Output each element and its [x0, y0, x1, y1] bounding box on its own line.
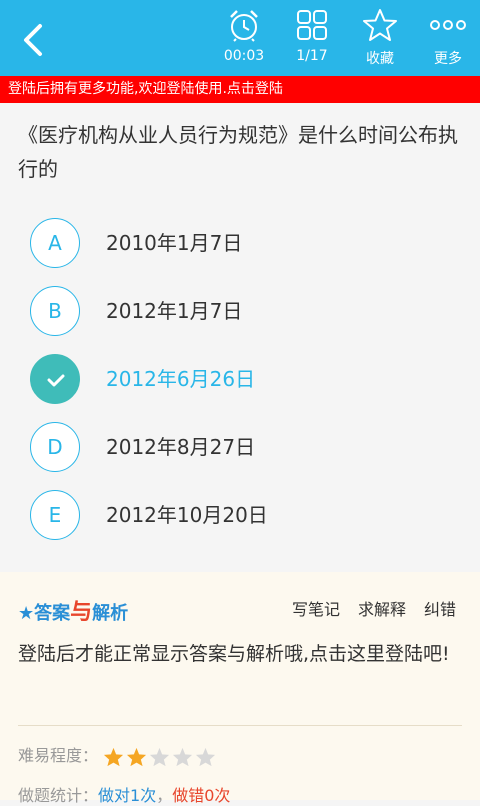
- favorite-button[interactable]: 收藏: [348, 8, 412, 70]
- favorite-label: 收藏: [366, 51, 394, 67]
- timer-button[interactable]: 00:03: [212, 8, 276, 70]
- option-d[interactable]: D 2012年8月27日: [30, 422, 450, 474]
- difficulty-label: 难易程度：: [18, 746, 99, 765]
- login-banner[interactable]: 登陆后拥有更多功能,欢迎登陆使用.点击登陆: [0, 76, 480, 103]
- option-b-letter: B: [30, 286, 80, 336]
- title-star-icon: ★: [18, 603, 35, 624]
- option-e-letter: E: [30, 490, 80, 540]
- report-error-button[interactable]: 纠错: [424, 600, 456, 619]
- option-a-text: 2010年1月7日: [106, 231, 243, 255]
- option-c-selected-circle: [30, 354, 80, 404]
- difficulty-stars: [103, 746, 218, 767]
- star-filled-icon: [127, 747, 147, 766]
- option-e[interactable]: E 2012年10月20日: [30, 490, 450, 542]
- stats-row: 做题统计：做对1次，做错0次: [18, 782, 230, 806]
- answer-title-part1: 答案: [34, 603, 71, 624]
- correct-count: 做对1次: [98, 786, 157, 805]
- wrong-count: 做错0次: [172, 786, 231, 805]
- option-b[interactable]: B 2012年1月7日: [30, 286, 450, 338]
- question-text: 《医疗机构从业人员行为规范》是什么时间公布执行的: [18, 123, 458, 181]
- question-list-button[interactable]: 1/17: [280, 8, 344, 70]
- option-e-text: 2012年10月20日: [106, 503, 268, 527]
- option-d-text: 2012年8月27日: [106, 435, 256, 459]
- star-empty-icon: [150, 747, 170, 766]
- option-b-text: 2012年1月7日: [106, 299, 243, 323]
- checkmark-icon: [47, 374, 65, 387]
- question-progress: 1/17: [296, 48, 328, 64]
- option-a-letter: A: [30, 218, 80, 268]
- star-empty-icon: [173, 747, 193, 766]
- timer-value: 00:03: [223, 48, 265, 64]
- star-filled-icon: [104, 747, 124, 766]
- answer-title-part2: 解析: [92, 603, 129, 624]
- difficulty-row: 难易程度：: [18, 742, 218, 767]
- option-c[interactable]: 2012年6月26日: [30, 354, 450, 406]
- stats-label: 做题统计：: [18, 786, 99, 805]
- ask-explain-button[interactable]: 求解释: [358, 600, 406, 619]
- write-note-button[interactable]: 写笔记: [292, 600, 340, 619]
- option-a[interactable]: A 2010年1月7日: [30, 218, 450, 270]
- answer-title: ★答案与解析: [18, 594, 128, 626]
- login-prompt-link[interactable]: 登陆后才能正常显示答案与解析哦,点击这里登陆吧!: [18, 638, 463, 670]
- more-label: 更多: [434, 51, 462, 67]
- more-dots-icon: [430, 20, 466, 30]
- alarm-clock-icon: [230, 10, 258, 42]
- back-arrow-icon: [24, 24, 42, 56]
- option-d-letter: D: [30, 422, 80, 472]
- top-bar: 00:03 1/17 收藏 更多: [0, 0, 480, 76]
- grid-icon: [297, 10, 327, 40]
- star-icon: [363, 9, 397, 41]
- option-c-text: 2012年6月26日: [106, 367, 256, 391]
- star-empty-icon: [196, 747, 216, 766]
- answer-section: ★答案与解析 写笔记 求解释 纠错 登陆后才能正常显示答案与解析哦,点击这里登陆吧!…: [0, 572, 480, 805]
- stats-separator: ，: [156, 786, 173, 805]
- answer-title-connector: 与: [70, 600, 93, 625]
- answer-actions: 写笔记 求解释 纠错: [274, 596, 456, 620]
- more-button[interactable]: 更多: [416, 8, 480, 70]
- back-button[interactable]: [10, 18, 54, 62]
- divider: [18, 725, 462, 726]
